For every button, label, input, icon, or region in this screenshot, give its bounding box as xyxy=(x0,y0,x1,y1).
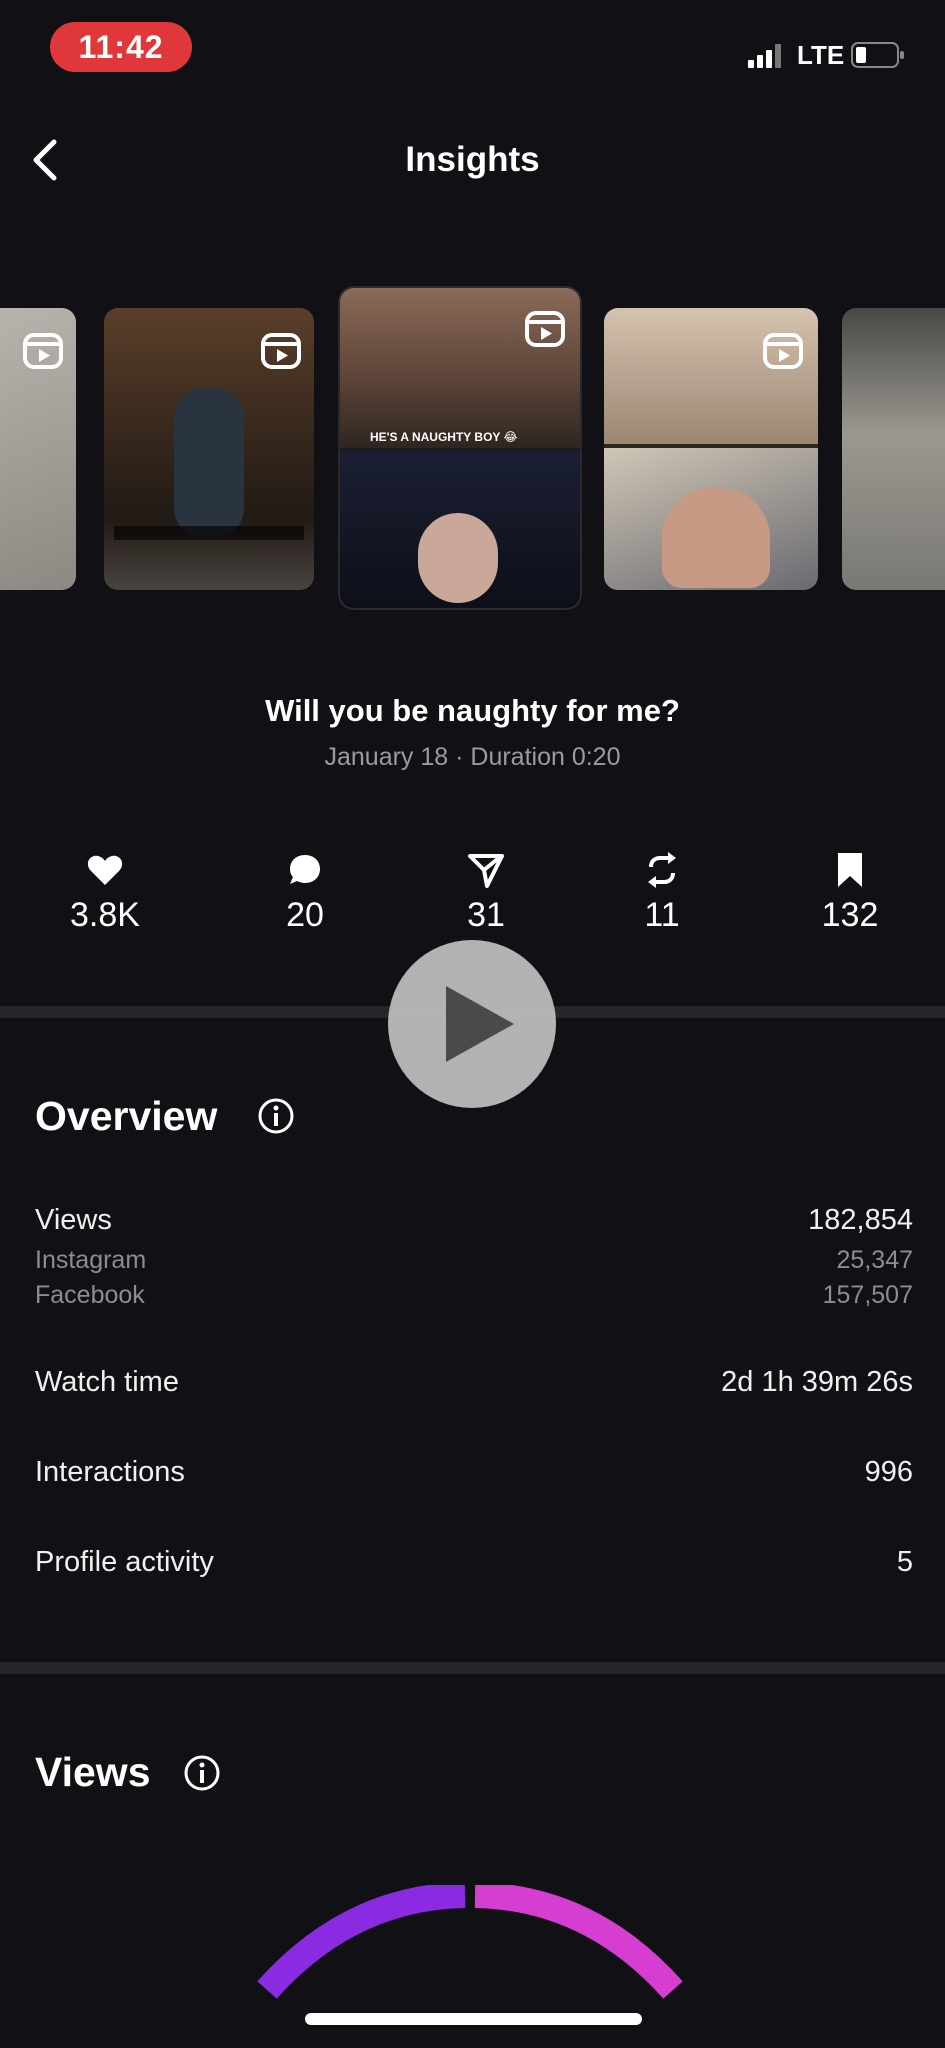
play-icon xyxy=(446,986,514,1062)
thumbnail-face xyxy=(418,513,498,603)
views-label: Views xyxy=(35,1204,112,1236)
bookmark-icon xyxy=(838,853,862,887)
watch-time-label: Watch time xyxy=(35,1366,179,1398)
overview-title: Overview xyxy=(35,1093,218,1139)
stat-saves-value: 132 xyxy=(821,896,879,934)
thumbnail-caption-bar xyxy=(114,526,304,540)
thumbnail-caption: HE'S A NAUGHTY BOY 😂 xyxy=(370,430,518,444)
comment-icon xyxy=(290,855,320,884)
page-title: Insights xyxy=(405,140,540,179)
engagement-stats: 3.8K 20 31 11 132 xyxy=(0,850,945,950)
instagram-value: 25,347 xyxy=(836,1246,913,1274)
section-divider xyxy=(0,1662,945,1674)
reels-icon xyxy=(525,311,565,347)
views-donut-gauge xyxy=(257,1885,683,1999)
header: Insights xyxy=(0,120,945,200)
reels-icon xyxy=(763,333,803,369)
thumbnail-face xyxy=(662,488,770,588)
stat-shares: 31 xyxy=(406,850,566,935)
facebook-value: 157,507 xyxy=(822,1281,913,1309)
reels-icon xyxy=(261,333,301,369)
watch-time-value: 2d 1h 39m 26s xyxy=(721,1366,913,1398)
interactions-value: 996 xyxy=(864,1456,913,1488)
status-time: 11:42 xyxy=(50,22,192,72)
profile-activity-value: 5 xyxy=(896,1546,913,1578)
stat-saves: 132 xyxy=(770,850,930,935)
reel-thumbnail[interactable] xyxy=(104,308,314,590)
reel-thumbnail-carousel[interactable]: HE'S A NAUGHTY BOY 😂 xyxy=(0,282,945,612)
heart-icon xyxy=(87,855,123,885)
reels-icon xyxy=(23,333,63,369)
reel-thumbnail-selected[interactable]: HE'S A NAUGHTY BOY 😂 xyxy=(340,288,580,608)
stat-shares-value: 31 xyxy=(467,896,505,934)
stat-comments-value: 20 xyxy=(286,896,324,934)
battery-icon xyxy=(851,42,904,68)
views-section-title: Views xyxy=(35,1749,151,1795)
interactions-label[interactable]: Interactions xyxy=(35,1456,185,1489)
instagram-label: Instagram xyxy=(35,1246,147,1274)
play-button[interactable] xyxy=(388,940,556,1108)
facebook-label: Facebook xyxy=(35,1281,145,1309)
signal-icon xyxy=(748,44,781,68)
reel-thumbnail[interactable] xyxy=(842,308,945,590)
home-indicator[interactable] xyxy=(305,2013,642,2025)
post-date-duration: January 18 · Duration 0:20 xyxy=(324,743,621,771)
stat-reposts-value: 11 xyxy=(644,896,680,934)
share-icon xyxy=(468,854,504,888)
status-bar: 11:42 LTE xyxy=(0,0,945,100)
gauge-segment-instagram xyxy=(257,1885,466,1999)
post-title: Will you be naughty for me? xyxy=(265,693,680,728)
thumbnail-figure xyxy=(174,388,244,538)
views-value: 182,854 xyxy=(808,1204,913,1236)
reel-thumbnail[interactable] xyxy=(0,308,76,590)
stat-likes: 3.8K xyxy=(25,850,185,935)
stat-likes-value: 3.8K xyxy=(70,896,140,934)
gauge-segment-facebook xyxy=(474,1885,683,1999)
stat-comments: 20 xyxy=(225,850,385,935)
profile-activity-label[interactable]: Profile activity xyxy=(35,1546,214,1579)
stat-reposts: 11 xyxy=(582,850,742,935)
thumbnail-top-frame xyxy=(604,308,818,444)
network-label: LTE xyxy=(797,40,845,70)
reel-thumbnail[interactable] xyxy=(604,308,818,590)
info-icon[interactable] xyxy=(256,1096,296,1136)
info-icon[interactable] xyxy=(182,1753,222,1793)
repost-icon xyxy=(648,852,676,888)
